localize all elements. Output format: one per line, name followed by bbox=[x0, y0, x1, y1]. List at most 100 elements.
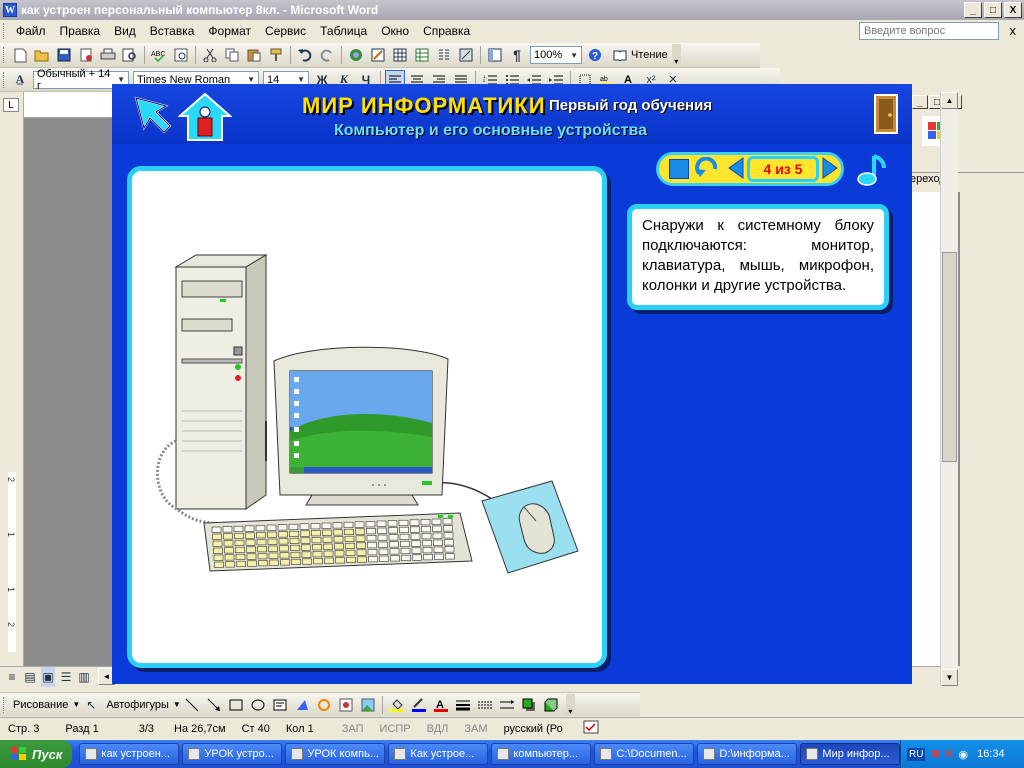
paste-icon[interactable] bbox=[244, 45, 264, 65]
taskbar-task[interactable]: компьютер... bbox=[491, 743, 592, 765]
help-search-input[interactable]: Введите вопрос bbox=[859, 22, 999, 40]
drawing-menu[interactable]: Рисование bbox=[9, 699, 72, 711]
spelling-status-icon[interactable] bbox=[583, 720, 601, 737]
menu-tools[interactable]: Сервис bbox=[258, 24, 313, 38]
start-button[interactable]: Пуск bbox=[0, 740, 73, 768]
reading-view-icon[interactable]: ▥ bbox=[77, 667, 91, 687]
print-layout-icon[interactable]: ▣ bbox=[41, 666, 55, 687]
window-titlebar[interactable]: W как устроен персональный компьютер 8кл… bbox=[0, 0, 1024, 20]
close-button[interactable]: X bbox=[1004, 2, 1022, 18]
exit-door-icon[interactable] bbox=[874, 94, 898, 137]
print-icon[interactable] bbox=[98, 45, 118, 65]
insert-excel-icon[interactable] bbox=[412, 45, 432, 65]
language-indicator[interactable]: RU bbox=[907, 747, 926, 761]
status-track-changes[interactable]: ИСПР bbox=[372, 723, 419, 735]
line-color-icon[interactable] bbox=[409, 695, 429, 715]
menu-table[interactable]: Таблица bbox=[313, 24, 374, 38]
permission-icon[interactable] bbox=[76, 45, 96, 65]
toolbar-grip[interactable] bbox=[3, 47, 6, 63]
menu-insert[interactable]: Вставка bbox=[143, 24, 202, 38]
columns-icon[interactable] bbox=[434, 45, 454, 65]
font-color-icon[interactable]: A bbox=[431, 695, 451, 715]
toolbar-grip[interactable] bbox=[3, 71, 6, 88]
styles-icon[interactable]: A̲ bbox=[10, 70, 30, 90]
3d-icon[interactable] bbox=[541, 695, 561, 715]
research-icon[interactable] bbox=[171, 45, 191, 65]
vertical-scrollbar[interactable]: ▲ ▼ bbox=[940, 92, 958, 686]
status-extend[interactable]: ВДЛ bbox=[419, 723, 457, 735]
next-icon[interactable] bbox=[821, 156, 839, 182]
zoom-select[interactable]: 100% ▼ bbox=[530, 46, 582, 64]
status-language[interactable]: русский (Ро bbox=[496, 723, 571, 735]
status-overtype[interactable]: ЗАМ bbox=[456, 723, 495, 735]
help-icon[interactable]: ? bbox=[585, 45, 605, 65]
menu-edit[interactable]: Правка bbox=[53, 24, 108, 38]
drawing-icon[interactable] bbox=[456, 45, 476, 65]
rectangle-icon[interactable] bbox=[226, 695, 246, 715]
autoshapes-menu[interactable]: Автофигуры bbox=[102, 699, 173, 711]
menu-view[interactable]: Вид bbox=[107, 24, 143, 38]
music-note-icon[interactable] bbox=[856, 152, 888, 191]
scroll-thumb[interactable] bbox=[942, 252, 957, 462]
back-arrow-icon[interactable] bbox=[132, 94, 172, 139]
taskbar-task[interactable]: как устроен... bbox=[79, 743, 180, 765]
tables-borders-icon[interactable] bbox=[368, 45, 388, 65]
doc-close-icon[interactable]: x bbox=[1010, 23, 1017, 38]
taskbar-task[interactable]: УРОК устро... bbox=[182, 743, 283, 765]
previous-icon[interactable] bbox=[727, 156, 745, 182]
clock[interactable]: 16:34 bbox=[977, 748, 1005, 760]
undo-icon[interactable] bbox=[295, 45, 315, 65]
menu-window[interactable]: Окно bbox=[374, 24, 416, 38]
minimize-button[interactable]: _ bbox=[964, 2, 982, 18]
select-objects-icon[interactable]: ↖ bbox=[81, 695, 101, 715]
spelling-icon[interactable]: ABC bbox=[149, 45, 169, 65]
hyperlink-icon[interactable] bbox=[346, 45, 366, 65]
wordart-icon[interactable] bbox=[292, 695, 312, 715]
fill-color-icon[interactable] bbox=[387, 695, 407, 715]
arrow-icon[interactable] bbox=[204, 695, 224, 715]
read-button[interactable]: Чтение bbox=[631, 49, 668, 61]
line-icon[interactable] bbox=[182, 695, 202, 715]
cut-icon[interactable] bbox=[200, 45, 220, 65]
save-icon[interactable] bbox=[54, 45, 74, 65]
status-record[interactable]: ЗАП bbox=[334, 723, 372, 735]
redo-icon[interactable] bbox=[317, 45, 337, 65]
normal-view-icon[interactable]: ≡ bbox=[5, 667, 19, 687]
menu-file[interactable]: Файл bbox=[9, 24, 53, 38]
toolbar-options-icon[interactable]: ▾ bbox=[565, 693, 575, 716]
new-document-icon[interactable] bbox=[10, 45, 30, 65]
book-icon[interactable] bbox=[610, 45, 630, 65]
scroll-up-icon[interactable]: ▲ bbox=[941, 92, 958, 109]
format-painter-icon[interactable] bbox=[266, 45, 286, 65]
task-pane-minimize[interactable]: _ bbox=[912, 95, 928, 109]
menu-grip[interactable] bbox=[3, 23, 6, 39]
taskbar-task[interactable]: D:\информа... bbox=[697, 743, 798, 765]
menu-help[interactable]: Справка bbox=[416, 24, 477, 38]
volume-icon[interactable]: ◉ bbox=[958, 748, 968, 761]
shadow-icon[interactable] bbox=[519, 695, 539, 715]
taskbar-task[interactable]: C:\Documen... bbox=[594, 743, 695, 765]
tab-selector[interactable]: L bbox=[3, 98, 19, 112]
toolbar-options-icon[interactable]: ▾ bbox=[671, 44, 681, 66]
line-style-icon[interactable] bbox=[453, 695, 473, 715]
antivirus-icon[interactable]: K bbox=[946, 748, 954, 760]
scroll-down-icon[interactable]: ▼ bbox=[941, 669, 958, 686]
menu-format[interactable]: Формат bbox=[201, 24, 258, 38]
taskbar-task[interactable]: Как устрое... bbox=[388, 743, 489, 765]
textbox-icon[interactable] bbox=[270, 695, 290, 715]
return-icon[interactable] bbox=[695, 156, 721, 182]
show-formatting-icon[interactable]: ¶ bbox=[507, 45, 527, 65]
maximize-button[interactable]: □ bbox=[984, 2, 1002, 18]
insert-table-icon[interactable] bbox=[390, 45, 410, 65]
taskbar-task[interactable]: Мир инфор... bbox=[800, 743, 901, 765]
toolbar-grip[interactable] bbox=[3, 696, 6, 713]
print-preview-icon[interactable] bbox=[120, 45, 140, 65]
stop-icon[interactable] bbox=[669, 159, 689, 179]
web-view-icon[interactable]: ▤ bbox=[23, 667, 37, 687]
taskbar-task[interactable]: УРОК компь... bbox=[285, 743, 386, 765]
open-folder-icon[interactable] bbox=[32, 45, 52, 65]
task-pane-link[interactable]: ереход bbox=[910, 172, 1024, 192]
arrow-style-icon[interactable] bbox=[497, 695, 517, 715]
outline-view-icon[interactable]: ☰ bbox=[59, 667, 73, 687]
clipart-icon[interactable] bbox=[336, 695, 356, 715]
